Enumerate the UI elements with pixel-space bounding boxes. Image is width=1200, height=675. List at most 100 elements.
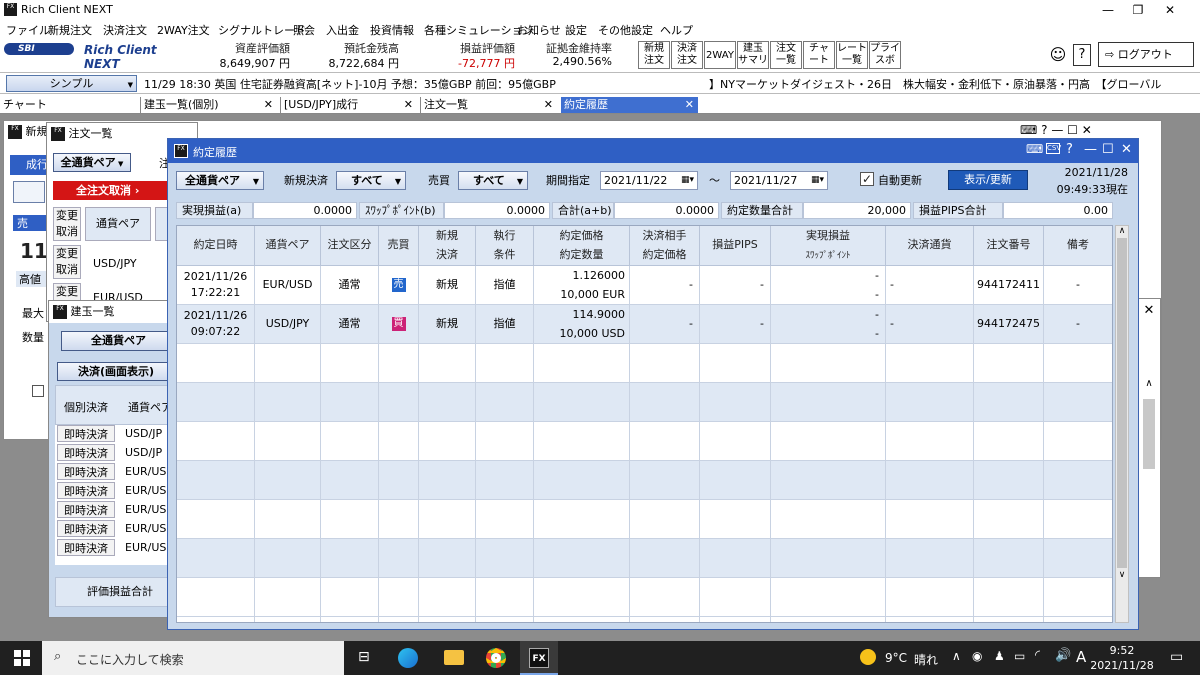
table-row[interactable]: 2021/11/26 17:22:21 EUR/USD 通常 売 新規 指値 1.…: [177, 266, 1112, 305]
tray-people-icon[interactable]: ♟: [994, 649, 1005, 663]
settle-display-button[interactable]: 決済(画面表示): [57, 362, 175, 381]
close-icon[interactable]: ✕: [1121, 142, 1132, 157]
toolbar-order-list-button[interactable]: 注文 一覧: [770, 41, 802, 69]
scroll-down-icon[interactable]: ∨: [1116, 570, 1128, 580]
instant-settle-button[interactable]: 即時決済: [57, 520, 115, 537]
close-icon[interactable]: ✕: [544, 97, 553, 113]
instant-settle-button[interactable]: 即時決済: [57, 482, 115, 499]
auto-update-checkbox[interactable]: ✓: [860, 172, 874, 186]
weather-text[interactable]: 晴れ: [914, 651, 938, 668]
cancel-all-orders-button[interactable]: 全注文取消 ›: [53, 181, 168, 200]
fx-app-taskbar-button[interactable]: FX: [520, 641, 558, 675]
notification-icon[interactable]: ▭: [1170, 649, 1183, 665]
tray-security-icon[interactable]: ◉: [972, 649, 982, 663]
csv-icon[interactable]: CSV: [1046, 143, 1061, 154]
market-order-tab[interactable]: 成行: [10, 155, 50, 175]
battery-icon[interactable]: ▭: [1014, 649, 1025, 663]
calendar-icon[interactable]: ▦▾: [811, 172, 824, 189]
scroll-up-icon[interactable]: ∧: [1116, 226, 1128, 236]
order-type-field[interactable]: [13, 181, 45, 203]
help-icon[interactable]: ?: [1073, 44, 1091, 66]
date-from-field[interactable]: 2021/11/22 ▦▾: [600, 171, 698, 190]
option-checkbox[interactable]: [32, 385, 44, 397]
table-scrollbar[interactable]: ∧ ∨: [1115, 225, 1129, 623]
windows-start-icon[interactable]: [14, 650, 30, 666]
new-settle-filter[interactable]: すべて ▼: [336, 171, 406, 190]
refresh-button[interactable]: 表示/更新: [948, 170, 1028, 190]
toolbar-new-order-button[interactable]: 新規 注文: [638, 41, 670, 69]
news-ticker-right[interactable]: 】NYマーケットダイジェスト・26日 株大幅安・金利低下・原油暴落・円高 【グロ…: [709, 76, 1199, 92]
pair-header: 通貨ペア: [128, 401, 172, 414]
tab-execution-history[interactable]: 約定履歴 ✕: [561, 97, 698, 113]
maximize-icon[interactable]: ☐: [1102, 142, 1114, 157]
mode-selector[interactable]: シンプル ▼: [6, 75, 137, 92]
help-icon[interactable]: ?: [1066, 142, 1073, 157]
toolbar-2way-button[interactable]: 2WAY: [704, 41, 736, 69]
close-icon[interactable]: ✕: [1138, 303, 1160, 318]
tab-order-list[interactable]: 注文一覧 ✕: [420, 97, 557, 113]
scrollbar-thumb[interactable]: [1143, 399, 1155, 469]
ime-indicator[interactable]: A: [1076, 648, 1086, 666]
minimize-icon[interactable]: —: [1084, 142, 1097, 157]
menu-investment[interactable]: 投資情報: [370, 22, 414, 38]
toolbar-position-summary-button[interactable]: 建玉 サマリ: [737, 41, 769, 69]
side-filter[interactable]: すべて ▼: [458, 171, 528, 190]
position-pair-filter[interactable]: 全通貨ペア: [61, 331, 176, 351]
row-change-cancel-buttons[interactable]: 変更 取消: [53, 245, 81, 279]
weather-sun-icon[interactable]: [860, 649, 876, 665]
menu-other-settings[interactable]: その他設定: [598, 22, 653, 38]
col-realized-pl: 実現損益 ｽﾜｯﾌﾟﾎﾟｲﾝﾄ: [771, 226, 886, 266]
toolbar-rate-list-button[interactable]: レート 一覧: [836, 41, 868, 69]
menu-settings[interactable]: 設定: [565, 22, 587, 38]
close-icon[interactable]: ✕: [404, 97, 413, 113]
task-view-icon[interactable]: ⊟: [358, 649, 370, 665]
menu-settle-order[interactable]: 決済注文: [103, 22, 147, 38]
toolbar-settle-order-button[interactable]: 決済 注文: [671, 41, 703, 69]
file-explorer-icon[interactable]: [444, 650, 464, 665]
menu-deposit[interactable]: 入出金: [326, 22, 359, 38]
toolbar-chart-button[interactable]: チャ ート: [803, 41, 835, 69]
scrollbar-thumb[interactable]: [1117, 238, 1127, 568]
order-pair-filter[interactable]: 全通貨ペア ▼: [53, 153, 131, 172]
instant-settle-button[interactable]: 即時決済: [57, 425, 115, 442]
instant-settle-button[interactable]: 即時決済: [57, 463, 115, 480]
volume-icon[interactable]: 🔊: [1055, 648, 1071, 663]
instant-settle-button[interactable]: 即時決済: [57, 501, 115, 518]
scroll-up-icon[interactable]: ∧: [1138, 378, 1160, 389]
calendar-icon[interactable]: ▦▾: [681, 172, 694, 189]
exec-pair-filter[interactable]: 全通貨ペア ▼: [176, 171, 264, 190]
edge-browser-icon[interactable]: [398, 648, 418, 668]
logout-button[interactable]: ⇨ ログアウト: [1098, 42, 1194, 67]
news-ticker-left[interactable]: 11/29 18:30 英国 住宅証券融資高[ネット]-10月 予想：35億GB…: [144, 76, 578, 92]
menu-file[interactable]: ファイル: [6, 22, 50, 38]
weather-temp[interactable]: 9°C: [885, 651, 907, 665]
date-to-field[interactable]: 2021/11/27 ▦▾: [730, 171, 828, 190]
user-icon[interactable]: ☺: [1047, 43, 1069, 67]
chrome-browser-icon[interactable]: [486, 648, 506, 668]
menu-help[interactable]: ヘルプ: [660, 22, 693, 38]
instant-settle-button[interactable]: 即時決済: [57, 539, 115, 556]
keyboard-icon[interactable]: ⌨: [1026, 142, 1043, 156]
close-button[interactable]: ✕: [1156, 2, 1184, 18]
close-icon[interactable]: ✕: [685, 97, 694, 113]
taskbar-search-box[interactable]: ⌕ ここに入力して検索: [42, 641, 344, 675]
clock-date[interactable]: 2021/11/28: [1090, 659, 1154, 672]
clock-time[interactable]: 9:52: [1096, 644, 1148, 657]
tab-positions[interactable]: 建玉一覧(個別) ✕: [140, 97, 277, 113]
menu-2way[interactable]: 2WAY注文: [157, 22, 210, 38]
wifi-icon[interactable]: ◜: [1035, 648, 1040, 663]
new-order-window-controls[interactable]: ⌨ ? — ☐ ✕: [1020, 123, 1092, 137]
menu-inquiry[interactable]: 照会: [293, 22, 315, 38]
menu-new-order[interactable]: 新規注文: [48, 22, 92, 38]
table-row[interactable]: 2021/11/26 09:07:22 USD/JPY 通常 買 新規 指値 11…: [177, 305, 1112, 344]
minimize-button[interactable]: —: [1094, 2, 1122, 18]
tab-chart[interactable]: チャート: [0, 97, 137, 113]
close-icon[interactable]: ✕: [264, 97, 273, 113]
maximize-button[interactable]: ❐: [1124, 2, 1152, 18]
menu-notice[interactable]: お知らせ: [517, 22, 561, 38]
tray-chevron-up-icon[interactable]: ∧: [952, 649, 961, 663]
change-cancel-buttons[interactable]: 変更 取消: [53, 207, 81, 241]
toolbar-price-board-button[interactable]: プライ スボ: [869, 41, 901, 69]
instant-settle-button[interactable]: 即時決済: [57, 444, 115, 461]
tab-usdjpy-market[interactable]: [USD/JPY]成行 ✕: [280, 97, 417, 113]
